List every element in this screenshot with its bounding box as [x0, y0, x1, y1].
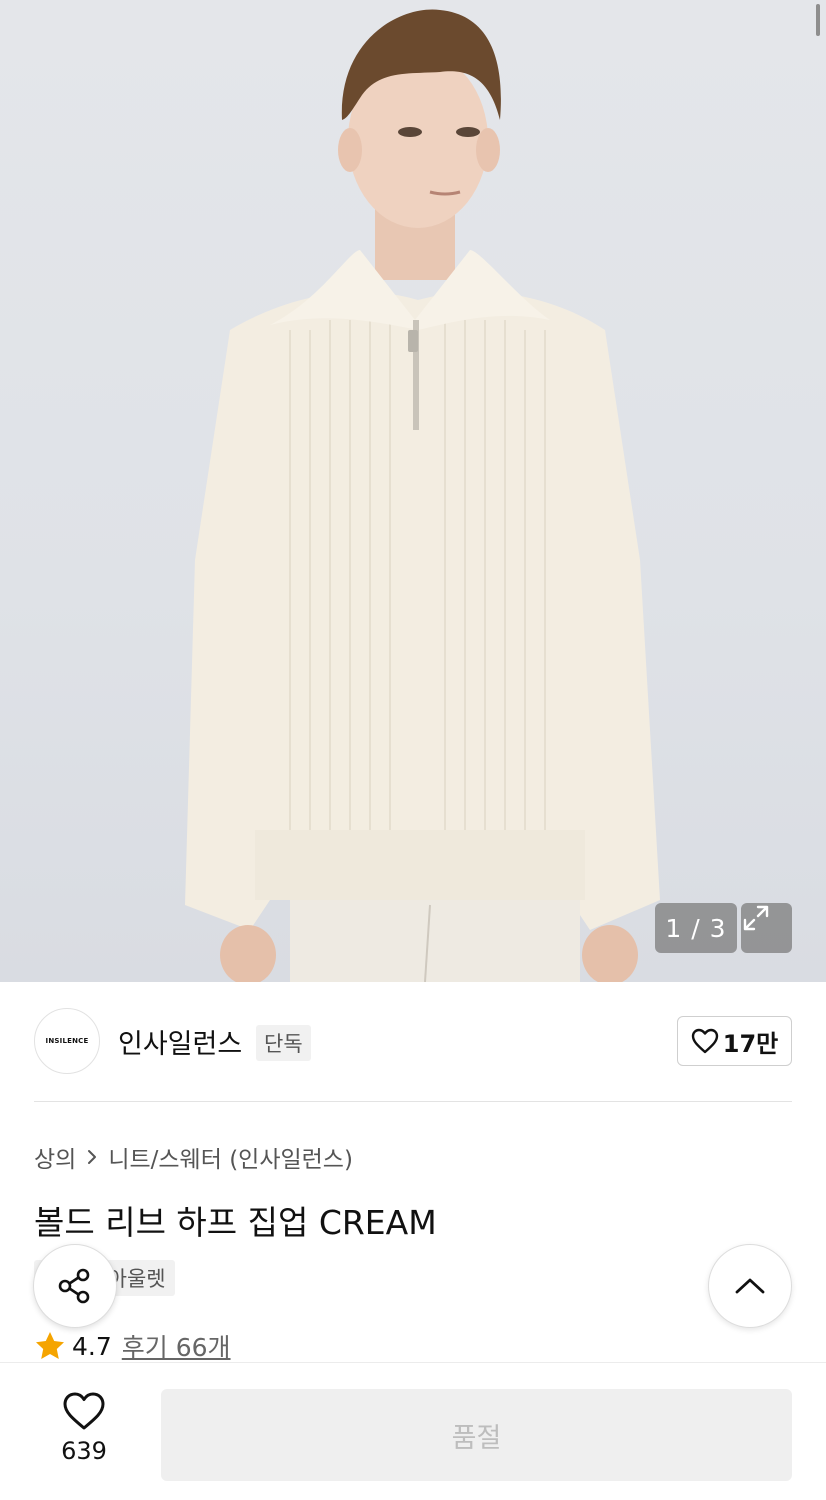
brand-like-count: 17만	[722, 1029, 779, 1058]
heart-icon	[63, 1392, 105, 1430]
rating-score: 4.7	[72, 1331, 112, 1361]
breadcrumb-category[interactable]: 상의	[34, 1140, 76, 1174]
review-count-link[interactable]: 후기 66개	[122, 1328, 231, 1364]
scroll-to-top-button[interactable]	[708, 1244, 792, 1328]
brand-logo-text: INSILENCE	[45, 1037, 89, 1045]
product-title: 볼드 리브 하프 집업 CREAM	[34, 1203, 437, 1242]
breadcrumb: 상의 니트/스웨터 (인사일런스)	[34, 1140, 353, 1174]
divider	[34, 1101, 792, 1102]
image-counter: 1 / 3	[655, 903, 737, 953]
share-button[interactable]	[33, 1244, 117, 1328]
bottom-action-bar: 639 품절	[0, 1362, 826, 1500]
star-icon	[36, 1332, 64, 1359]
expand-button[interactable]	[741, 903, 792, 953]
brand-logo[interactable]: INSILENCE	[34, 1008, 100, 1074]
expand-icon	[743, 905, 769, 931]
share-icon	[58, 1268, 90, 1304]
heart-icon	[691, 1028, 718, 1054]
chevron-right-icon	[88, 1150, 97, 1164]
chevron-up-icon	[735, 1278, 765, 1294]
product-photo	[185, 9, 660, 982]
rating-row: 4.7 후기 66개	[34, 1328, 231, 1364]
breadcrumb-subcategory[interactable]: 니트/스웨터 (인사일런스)	[108, 1140, 353, 1174]
product-image-gallery[interactable]: 1 / 3	[0, 0, 826, 982]
sold-out-button[interactable]: 품절	[161, 1389, 792, 1481]
brand-row: INSILENCE 인사일런스 단독 17만	[34, 1008, 792, 1074]
scrollbar-thumb[interactable]	[816, 4, 820, 36]
wishlist-count: 639	[61, 1437, 107, 1465]
brand-name[interactable]: 인사일런스	[118, 1022, 242, 1061]
exclusive-badge: 단독	[256, 1025, 311, 1061]
brand-like-button[interactable]: 17만	[677, 1016, 792, 1066]
wishlist-button[interactable]: 639	[34, 1391, 134, 1487]
